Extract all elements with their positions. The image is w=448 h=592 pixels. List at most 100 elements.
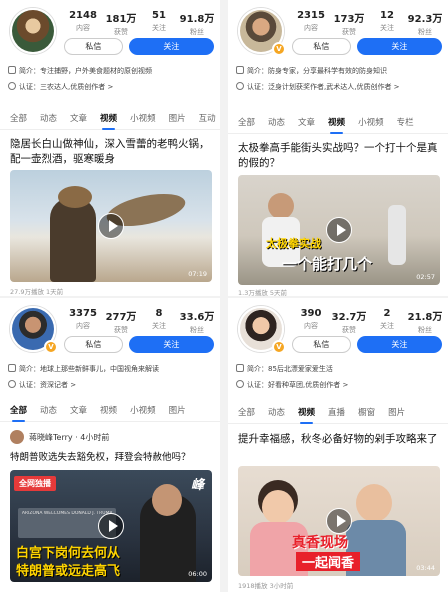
tab-all[interactable]: 全部	[10, 404, 27, 422]
verified-icon	[236, 82, 244, 90]
play-icon[interactable]	[98, 213, 124, 239]
tab-feed[interactable]: 动态	[40, 112, 57, 124]
message-button[interactable]: 私信	[292, 38, 351, 55]
profile-stats: 2148 内容 181万 获赞 51 关注 91.8万 粉丝	[64, 10, 216, 37]
stat-following[interactable]: 8 关注	[140, 308, 178, 335]
post-author[interactable]: 蒋晓峰Terry · 4小时前	[10, 430, 109, 444]
tab-videos[interactable]: 视频	[298, 406, 315, 424]
tab-videos[interactable]: 视频	[328, 116, 345, 134]
tab-showcase[interactable]: 橱窗	[358, 406, 375, 418]
video-thumbnail[interactable]: 真香现场 一起闻香 03:44	[238, 466, 440, 576]
stat-value: 181万	[105, 14, 137, 25]
stat-following[interactable]: 51 关注	[140, 10, 178, 37]
stat-likes[interactable]: 32.7万 获赞	[330, 308, 368, 335]
follow-button[interactable]: 关注	[128, 336, 214, 353]
profile-actions: 私信 关注	[292, 38, 442, 55]
stat-fans[interactable]: 21.8万粉丝	[406, 308, 444, 335]
stat-label: 获赞	[114, 326, 128, 334]
tab-all[interactable]: 全部	[238, 406, 255, 418]
avatar[interactable]	[10, 8, 56, 54]
profile-actions: 私信 关注	[292, 336, 442, 353]
video-title[interactable]: 隐居长白山做神仙，深入雪蕾的老鸭火锅，配一壶烈酒，驱寒暖身	[10, 137, 214, 167]
stat-label: 关注	[152, 24, 166, 32]
stat-label: 粉丝	[418, 326, 432, 334]
video-title[interactable]: 提升幸福感，秋冬必备好物的剁手攻略来了	[238, 432, 442, 447]
stat-likes[interactable]: 277万 获赞	[102, 308, 140, 335]
profile-auth[interactable]: 认证：三农达人,优质创作者 >	[8, 82, 113, 92]
tab-all[interactable]: 全部	[238, 116, 255, 128]
auth-text: 认证：好看种草团,优质创作者 >	[247, 381, 349, 389]
cover-text-bottom: 一起闻香	[296, 552, 361, 571]
stat-following[interactable]: 2 关注	[368, 308, 406, 335]
video-title[interactable]: 太极拳高手能街头实战吗？一个打十个是真的假的？	[238, 141, 442, 171]
video-thumbnail[interactable]: 全网独播 ARIZONA WELCOMES DONALD J. TRUMP 峰 …	[10, 470, 212, 582]
profile-auth[interactable]: 认证：资深记者 >	[8, 380, 76, 390]
author-avatar[interactable]	[10, 430, 24, 444]
video-thumbnail[interactable]: 07:19	[10, 170, 212, 282]
stat-value: 21.8万	[407, 312, 443, 323]
stat-fans[interactable]: 91.8万 粉丝	[178, 10, 216, 37]
message-button[interactable]: 私信	[64, 38, 123, 55]
tab-short-videos[interactable]: 小视频	[130, 404, 156, 416]
profile-stats: 390 内容 32.7万 获赞 2 关注 21.8万粉丝	[292, 308, 444, 335]
stat-value: 3375	[69, 308, 97, 319]
intro-icon	[236, 364, 244, 372]
profile-auth[interactable]: 认证：好看种草团,优质创作者 >	[236, 380, 348, 390]
tab-feed[interactable]: 动态	[40, 404, 57, 416]
stat-label: 粉丝	[418, 28, 432, 36]
verified-badge-icon: V	[44, 340, 58, 354]
tab-videos[interactable]: 视频	[100, 404, 117, 416]
play-icon[interactable]	[326, 508, 352, 534]
profile-auth[interactable]: 认证：泛身计划获奖作者,武术达人,优质创作者 >	[236, 82, 400, 92]
tab-feed[interactable]: 动态	[268, 406, 285, 418]
follow-button[interactable]: 关注	[356, 336, 442, 353]
profile-tabs: 全部 动态 文章 视频 小视频 图片	[0, 398, 220, 422]
tab-articles[interactable]: 文章	[70, 404, 87, 416]
play-icon[interactable]	[326, 217, 352, 243]
video-thumbnail[interactable]: 太极拳实战 一个能打几个 02:57	[238, 175, 440, 285]
video-meta: 1918播放 3小时前	[238, 582, 294, 590]
channel-logo: 峰	[190, 478, 204, 493]
stat-content[interactable]: 2148 内容	[64, 10, 102, 37]
tab-live[interactable]: 直播	[328, 406, 345, 418]
stat-following[interactable]: 12 关注	[368, 10, 406, 37]
tab-articles[interactable]: 文章	[70, 112, 87, 124]
tab-all[interactable]: 全部	[10, 112, 27, 124]
screenshot-collage: 2148 内容 181万 获赞 51 关注 91.8万 粉丝 私信 关注 简介：专注捕野…	[0, 0, 448, 592]
stat-value: 32.7万	[331, 312, 367, 323]
tab-images[interactable]: 图片	[169, 404, 186, 416]
message-button[interactable]: 私信	[292, 336, 351, 353]
stat-content[interactable]: 2315 内容	[292, 10, 330, 37]
tab-images[interactable]: 图片	[388, 406, 405, 418]
tab-articles[interactable]: 文章	[298, 116, 315, 128]
stat-fans[interactable]: 92.3万 粉丝	[406, 10, 444, 37]
tab-videos[interactable]: 视频	[100, 112, 117, 130]
video-duration: 03:44	[416, 564, 435, 572]
profile-tabs: 全部 动态 文章 视频 小视频 专栏	[228, 110, 448, 134]
profile-stats: 3375 内容 277万 获赞 8 关注 33.6万 粉丝	[64, 308, 216, 335]
follow-button[interactable]: 关注	[356, 38, 442, 55]
video-meta: 27.9万播放 1天前	[10, 288, 64, 296]
follow-button[interactable]: 关注	[128, 38, 214, 55]
profile-panel-bottom-left: V 3375 内容 277万 获赞 8 关注 33.6万 粉丝 私信 关注 简介：地球上…	[0, 298, 220, 592]
intro-icon	[236, 66, 244, 74]
stat-likes[interactable]: 181万 获赞	[102, 10, 140, 37]
play-icon[interactable]	[98, 513, 124, 539]
stat-fans[interactable]: 33.6万 粉丝	[178, 308, 216, 335]
stat-label: 内容	[76, 24, 90, 32]
stat-content[interactable]: 390 内容	[292, 308, 330, 335]
stat-likes[interactable]: 173万 获赞	[330, 10, 368, 37]
tab-feed[interactable]: 动态	[268, 116, 285, 128]
stat-value: 173万	[333, 14, 365, 25]
intro-text: 简介：专注捕野，户外美食题材的原创视频	[19, 67, 152, 75]
profile-intro: 简介：地球上那些新鲜事儿，中国视角来解读	[8, 364, 159, 374]
tab-short-videos[interactable]: 小视频	[130, 112, 156, 124]
message-button[interactable]: 私信	[64, 336, 123, 353]
post-title[interactable]: 特朗普败选失去豁免权，拜登会特赦他吗？	[10, 450, 214, 465]
tab-column[interactable]: 专栏	[397, 116, 414, 128]
tab-interact[interactable]: 互动	[199, 112, 216, 124]
stat-content[interactable]: 3375 内容	[64, 308, 102, 335]
tab-short-videos[interactable]: 小视频	[358, 116, 384, 128]
tab-images[interactable]: 图片	[169, 112, 186, 124]
profile-header: V 2315 内容 173万 获赞 12 关注 92.3万 粉丝 私信 关注 简介：防身…	[228, 0, 448, 104]
